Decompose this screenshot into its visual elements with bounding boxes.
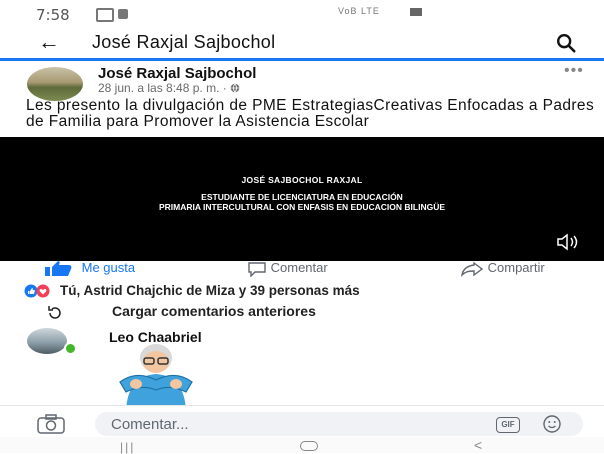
refresh-icon	[48, 306, 61, 319]
share-label: Compartir	[487, 260, 545, 275]
more-dots-icon[interactable]: •••	[564, 62, 584, 80]
post-text: Les presento la divulgación de PME Estra…	[26, 97, 595, 130]
arrow-left-icon[interactable]: ←	[38, 29, 60, 55]
comment-bubble-icon	[248, 261, 266, 277]
status-time: 7:58	[36, 6, 70, 24]
author-avatar[interactable]	[27, 67, 83, 101]
online-status-dot	[64, 342, 77, 355]
video-line-3: PRIMARIA INTERCULTURAL CON ENFASIS EN ED…	[158, 202, 446, 212]
page-title: José Raxjal Sajbochol	[92, 32, 276, 52]
smiley-icon[interactable]	[543, 415, 561, 433]
header-divider	[0, 58, 604, 61]
post-author[interactable]: José Raxjal Sajbochol	[98, 65, 256, 82]
video-player[interactable]: JOSÉ SAJBOCHOL RAXJAL ESTUDIANTE DE LICE…	[0, 137, 604, 261]
speaker-icon[interactable]	[556, 233, 580, 251]
post-timestamp: 28 jun. a las 8:48 p. m. ·	[98, 81, 231, 95]
notification-icon-2	[118, 9, 128, 19]
load-previous-label: Cargar comentarios anteriores	[112, 303, 316, 319]
commenter-avatar[interactable]	[27, 328, 67, 354]
comment-label: Comentar	[270, 260, 328, 275]
comment-button[interactable]: Comentar	[247, 260, 328, 277]
gif-button[interactable]: GIF	[496, 417, 520, 433]
like-label: Me gusta	[81, 260, 136, 275]
network-indicators: VoB LTE	[338, 6, 380, 16]
camera-icon[interactable]	[37, 414, 65, 434]
system-navigation-bar: ||| <	[0, 437, 604, 454]
post-meta: 28 jun. a las 8:48 p. m. ·	[98, 81, 240, 95]
video-line-1: JOSÉ SAJBOCHOL RAXJAL	[241, 175, 363, 185]
share-button[interactable]: Compartir	[460, 260, 545, 277]
notification-icon	[96, 8, 114, 22]
recent-apps-icon[interactable]: |||	[120, 440, 135, 454]
like-love-reaction-icons	[24, 284, 50, 298]
home-icon[interactable]	[300, 441, 318, 451]
avatar-sticker-icon	[119, 344, 193, 410]
battery-icon	[410, 8, 422, 16]
video-line-2: ESTUDIANTE DE LICENCIATURA EN EDUCACIÓN	[201, 192, 403, 202]
search-icon[interactable]	[555, 32, 577, 54]
thumbs-up-icon	[45, 260, 72, 276]
share-arrow-icon	[460, 261, 484, 277]
system-back-icon[interactable]: <	[474, 437, 482, 453]
like-button[interactable]: Me gusta	[44, 260, 135, 277]
post-actions: Me gusta Comentar Compartir	[0, 258, 604, 280]
reaction-text: Tú, Astrid Chajchic de Miza y 39 persona…	[60, 283, 360, 298]
comment-composer: GIF	[0, 405, 604, 438]
top-nav-bar: ← José Raxjal Sajbochol	[0, 28, 604, 58]
status-bar: 7:58 VoB LTE	[0, 0, 604, 28]
globe-icon	[230, 83, 240, 93]
